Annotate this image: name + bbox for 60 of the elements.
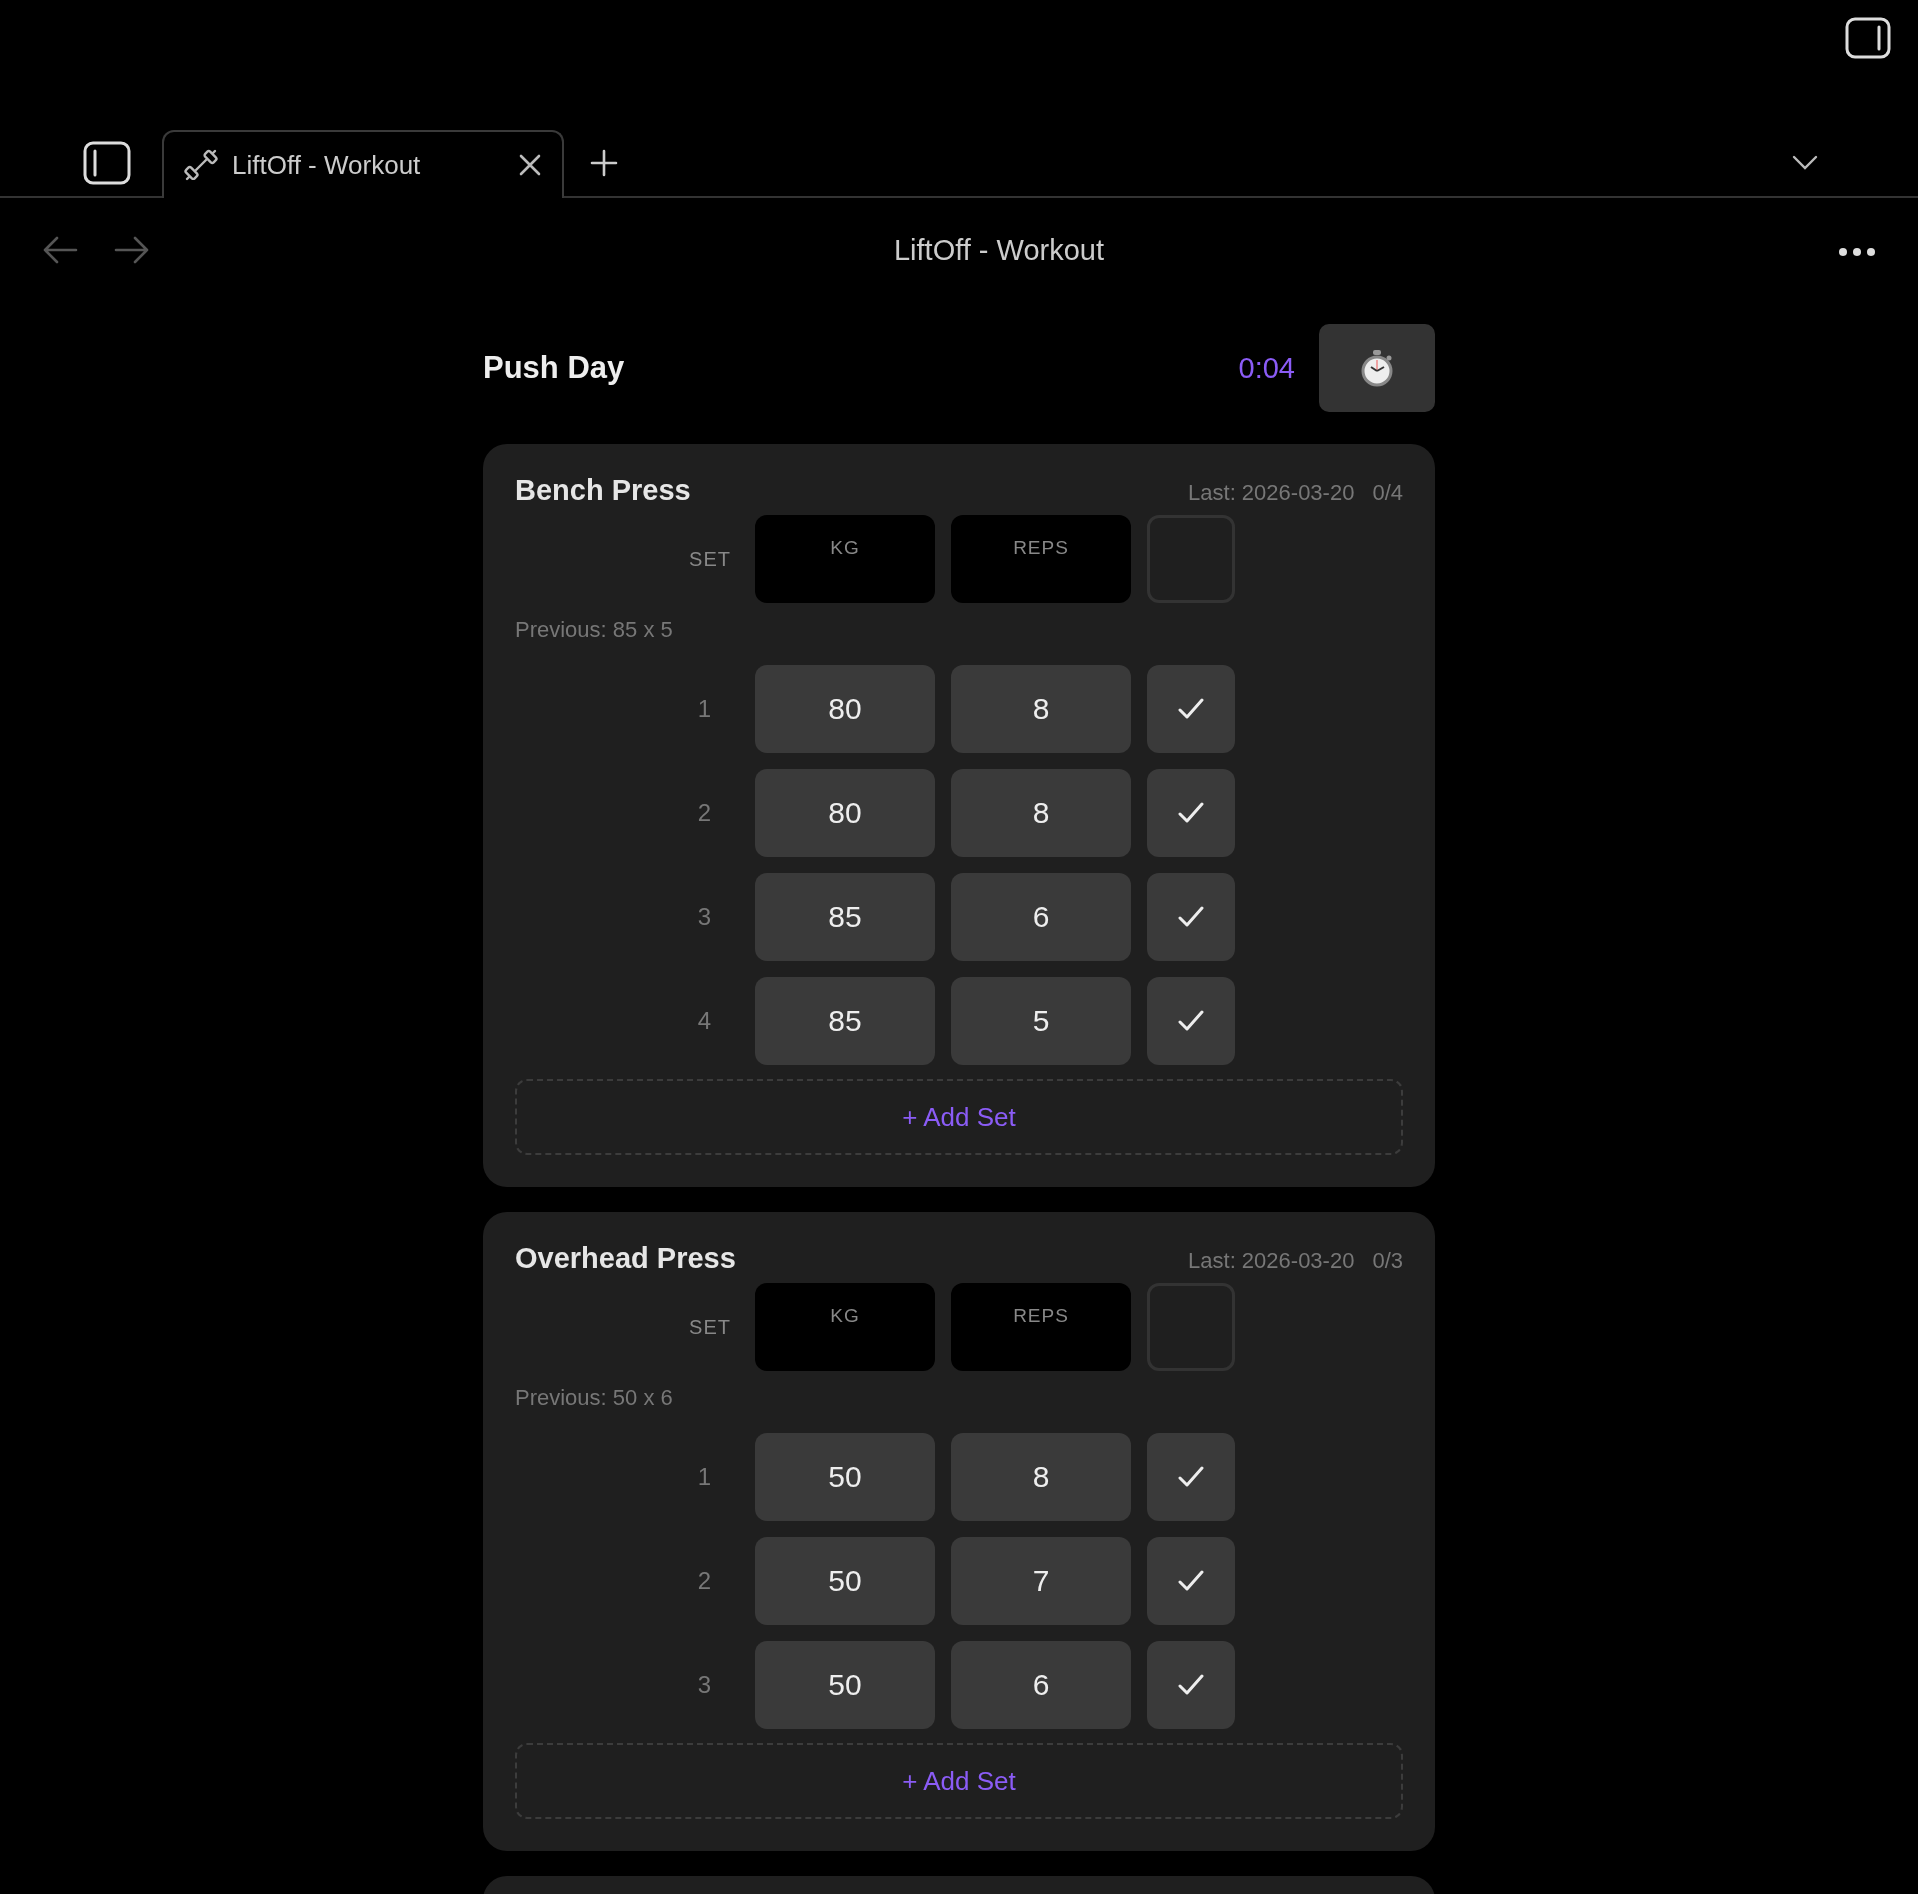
new-tab-icon[interactable] [590,149,618,177]
timer-button[interactable] [1319,324,1435,412]
reps-field[interactable]: 5 [951,977,1131,1065]
reps-field[interactable]: 8 [951,1433,1131,1521]
set-number: 1 [696,1463,712,1491]
browser-tab[interactable]: LiftOff - Workout [162,130,564,198]
tab-title: LiftOff - Workout [232,149,422,181]
set-number: 1 [696,695,712,723]
last-date: Last: 2026-03-20 [1188,480,1355,506]
weight-field[interactable]: 85 [755,873,935,961]
last-date: Last: 2026-03-20 [1188,1248,1355,1274]
progress-count: 0/4 [1372,480,1403,506]
page-title: LiftOff - Workout [892,233,1106,267]
check-icon [1178,802,1204,824]
dumbbell-icon [184,148,218,182]
reps-field[interactable]: 8 [951,769,1131,857]
progress-count: 0/3 [1372,1248,1403,1274]
check-icon [1178,1674,1204,1696]
reps-field[interactable]: 8 [951,665,1131,753]
back-arrow-icon[interactable] [42,235,78,265]
weight-field[interactable]: 50 [755,1433,935,1521]
weight-field[interactable]: 50 [755,1641,935,1729]
add-set-button[interactable]: + Add Set [515,1079,1403,1155]
forward-arrow-icon[interactable] [114,235,150,265]
more-icon[interactable] [1838,247,1876,257]
column-header: SET [688,547,732,571]
check-icon [1178,698,1204,720]
weight-field[interactable]: 80 [755,769,935,857]
check-icon [1178,1466,1204,1488]
column-header: KG [755,515,935,603]
set-number: 2 [696,799,712,827]
stopwatch-icon [1360,349,1394,387]
set-number: 4 [696,1007,712,1035]
previous-note: Previous: 50 x 6 [515,1385,674,1411]
sidebar-toggle-icon[interactable] [82,140,132,186]
check-icon [1178,1570,1204,1592]
set-number: 2 [696,1567,712,1595]
reps-field[interactable]: 6 [951,873,1131,961]
exercise-name: Bench Press [515,474,691,507]
column-header: KG [755,1283,935,1371]
column-header: REPS [951,1283,1131,1371]
check-icon [1178,906,1204,928]
check-icon [1178,1010,1204,1032]
column-header: SET [688,1315,732,1339]
weight-field[interactable]: 85 [755,977,935,1065]
sidebar-toggle-icon[interactable] [1844,16,1892,60]
set-number: 3 [696,903,712,931]
set-number: 3 [696,1671,712,1699]
reps-field[interactable]: 7 [951,1537,1131,1625]
weight-field[interactable]: 80 [755,665,935,753]
add-set-button[interactable]: + Add Set [515,1743,1403,1819]
exercise-name: Overhead Press [515,1242,736,1275]
timer: 0:04 [1238,351,1295,385]
column-header: REPS [951,515,1131,603]
workout-title: Push Day [483,350,626,386]
reps-field[interactable]: 6 [951,1641,1131,1729]
previous-note: Previous: 85 x 5 [515,617,674,643]
close-icon[interactable] [518,153,542,177]
weight-field[interactable]: 50 [755,1537,935,1625]
chevron-down-icon[interactable] [1792,155,1818,171]
